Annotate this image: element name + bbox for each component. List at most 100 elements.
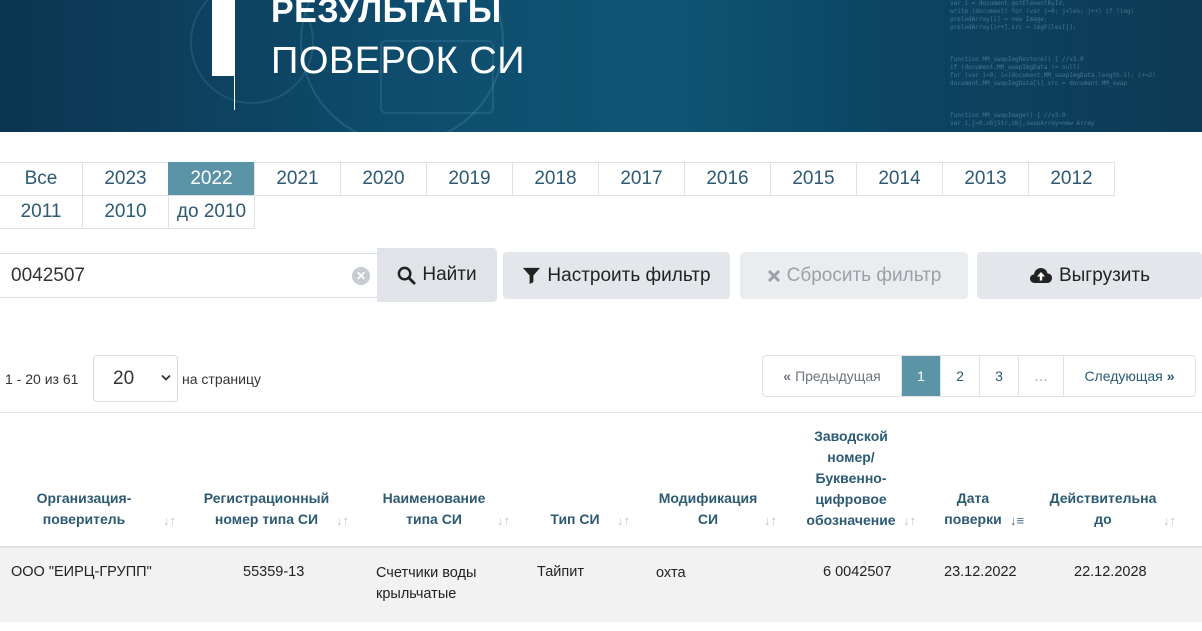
page-button[interactable]: 3: [980, 356, 1019, 396]
header-line: Регистрационный: [203, 490, 330, 506]
export-button[interactable]: Выгрузить: [977, 252, 1202, 299]
column-header-verification-date[interactable]: Дата поверки: [938, 488, 1008, 530]
filter-icon: [522, 266, 541, 285]
year-tab[interactable]: до 2010: [168, 195, 255, 229]
column-header-registration-number[interactable]: Регистрационный номер типа СИ: [200, 488, 333, 530]
reset-filter-button[interactable]: Сбросить фильтр: [740, 252, 968, 299]
year-tabs: Все 2023 2022 2021 2020 2019 2018 2017 2…: [0, 162, 1115, 229]
header-line: типа СИ: [406, 511, 462, 527]
configure-filter-button[interactable]: Настроить фильтр: [503, 252, 730, 299]
next-page-button[interactable]: Следующая »: [1064, 356, 1195, 396]
header-line: до: [1094, 511, 1112, 527]
year-tab[interactable]: 2021: [254, 162, 341, 196]
year-tab[interactable]: 2011: [0, 195, 83, 229]
previous-page-button[interactable]: « Предыдущая: [763, 356, 902, 396]
close-icon: [767, 269, 781, 283]
page-title-line2: ПОВЕРОК СИ: [271, 40, 526, 82]
header-line: цифровое: [815, 491, 887, 507]
year-tab[interactable]: 2018: [512, 162, 599, 196]
header-line: Модификация: [658, 490, 758, 506]
cell-modification: охта: [656, 565, 686, 581]
cell-type-name: Счетчики воды крыльчатые: [376, 563, 476, 605]
header-line: Дата: [956, 490, 990, 506]
cell-valid-until: 22.12.2028: [1074, 564, 1147, 580]
clear-search-icon[interactable]: ✕: [352, 267, 370, 285]
header-line: поверки: [944, 511, 1002, 527]
previous-page-label: Предыдущая: [795, 368, 881, 384]
sort-icon[interactable]: ↓↑: [497, 513, 510, 528]
column-header-modification[interactable]: Модификация СИ: [650, 488, 766, 530]
column-header-si-type[interactable]: Тип СИ: [540, 509, 610, 530]
find-button-label: Найти: [422, 264, 477, 285]
header-line: поверитель: [42, 511, 126, 527]
cell-si-type: Тайпит: [537, 564, 584, 580]
header-line: номер/: [827, 449, 875, 465]
double-chevron-right-icon: »: [1166, 368, 1175, 384]
header-line: номер типа СИ: [214, 511, 319, 527]
export-label: Выгрузить: [1058, 264, 1151, 286]
year-tab[interactable]: 2020: [340, 162, 427, 196]
search-icon: [397, 266, 416, 285]
sort-icon[interactable]: ↓↑: [336, 513, 349, 528]
year-tab[interactable]: 2016: [684, 162, 771, 196]
per-page-value: 20: [113, 367, 135, 389]
header-line: Действительна: [1049, 490, 1157, 506]
header-line: Тип СИ: [550, 511, 600, 527]
header-banner: var i = document.getElementById; write (…: [0, 0, 1202, 132]
sort-descending-icon[interactable]: ↓≡: [1010, 513, 1024, 528]
cell-type-name-line: Счетчики воды: [376, 565, 477, 581]
cloud-upload-icon: [1029, 266, 1053, 285]
configure-filter-label: Настроить фильтр: [547, 264, 711, 286]
year-tab[interactable]: 2017: [598, 162, 685, 196]
cell-registration-number: 55359-13: [243, 564, 305, 580]
banner-divider: [234, 0, 235, 110]
sort-icon[interactable]: ↓↑: [764, 513, 777, 528]
double-chevron-left-icon: «: [783, 368, 792, 384]
page-button-current[interactable]: 1: [902, 356, 941, 396]
pagination: « Предыдущая 1 2 3 … Следующая »: [762, 355, 1196, 397]
chevron-down-icon: [161, 374, 171, 385]
year-tabs-row2: 2011 2010 до 2010: [0, 195, 1114, 229]
next-page-label: Следующая: [1084, 368, 1163, 384]
year-tab-active[interactable]: 2022: [168, 162, 255, 196]
search-input-value: 0042507: [11, 264, 85, 286]
header-line: Заводской: [814, 428, 888, 444]
year-tab[interactable]: 2023: [82, 162, 169, 196]
table-top-border: [0, 412, 1202, 413]
header-line: Буквенно-: [815, 470, 887, 486]
year-tab[interactable]: 2012: [1028, 162, 1115, 196]
column-header-organization[interactable]: Организация- поверитель: [24, 488, 144, 530]
find-button[interactable]: Найти: [377, 248, 497, 302]
cell-verification-date: 23.12.2022: [944, 564, 1017, 580]
cell-organization: ООО "ЕИРЦ-ГРУПП": [11, 564, 152, 580]
sort-icon[interactable]: ↓↑: [617, 513, 630, 528]
sort-icon[interactable]: ↓↑: [1163, 513, 1176, 528]
column-header-valid-until[interactable]: Действительна до: [1046, 488, 1160, 530]
year-tab[interactable]: Все: [0, 162, 83, 196]
results-range: 1 - 20 из 61: [5, 371, 79, 387]
reset-filter-label: Сбросить фильтр: [786, 264, 942, 286]
per-page-select[interactable]: 20: [93, 355, 178, 402]
header-line: обозначение: [806, 512, 896, 528]
page-title-line1: РЕЗУЛЬТАТЫ: [271, 0, 502, 30]
year-tab[interactable]: 2014: [856, 162, 943, 196]
cell-type-name-line: крыльчатые: [376, 586, 457, 602]
banner-code-decoration: var i = document.getElementById; write (…: [950, 0, 1156, 127]
column-header-type-name[interactable]: Наименование типа СИ: [376, 488, 492, 530]
page-button[interactable]: 2: [941, 356, 980, 396]
year-tab[interactable]: 2019: [426, 162, 513, 196]
search-input[interactable]: 0042507 ✕: [0, 253, 378, 298]
sort-icon[interactable]: ↓↑: [163, 513, 176, 528]
header-line: Наименование: [382, 490, 486, 506]
year-tab[interactable]: 2015: [770, 162, 857, 196]
year-tab[interactable]: 2013: [942, 162, 1029, 196]
page-ellipsis: …: [1019, 356, 1064, 396]
table-row[interactable]: [0, 548, 1202, 622]
year-tab[interactable]: 2010: [82, 195, 169, 229]
sort-icon[interactable]: ↓↑: [903, 513, 916, 528]
year-tabs-row1: Все 2023 2022 2021 2020 2019 2018 2017 2…: [0, 162, 1115, 196]
header-line: СИ: [697, 511, 719, 527]
column-header-serial-number[interactable]: Заводской номер/ Буквенно- цифровое обоз…: [800, 426, 902, 531]
banner-accent-bar: [212, 0, 234, 76]
header-line: Организация-: [36, 490, 132, 506]
